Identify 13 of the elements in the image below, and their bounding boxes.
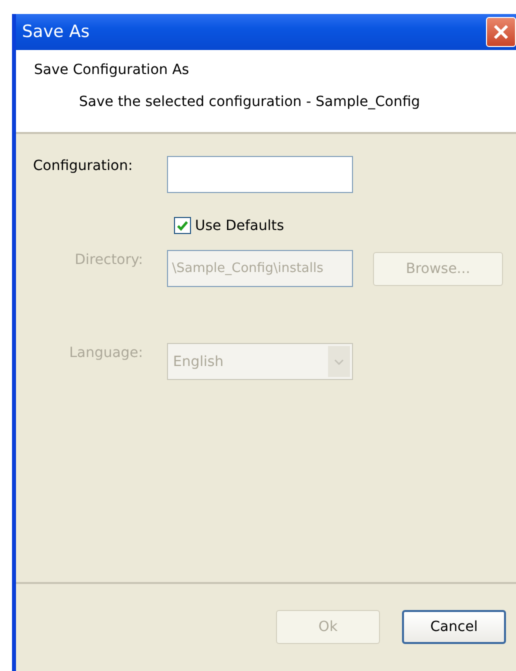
field-label: Configuration:	[33, 157, 134, 174]
checkbox[interactable]	[174, 217, 191, 234]
field-label: Directory:	[74, 251, 143, 268]
field-label: Language:	[68, 344, 143, 361]
window-title: Save As	[22, 22, 90, 42]
configuration-field[interactable]	[167, 156, 353, 193]
checkbox-label: Use Defaults	[195, 218, 284, 234]
header-title: Save Configuration As	[34, 62, 190, 78]
close-button[interactable]	[486, 17, 516, 47]
header-subtitle: Save the selected configuration - Sample_Config	[78, 94, 422, 110]
close-icon	[493, 24, 509, 40]
chevron-down-icon	[328, 346, 350, 377]
dialog-button[interactable]: Cancel	[402, 610, 506, 644]
